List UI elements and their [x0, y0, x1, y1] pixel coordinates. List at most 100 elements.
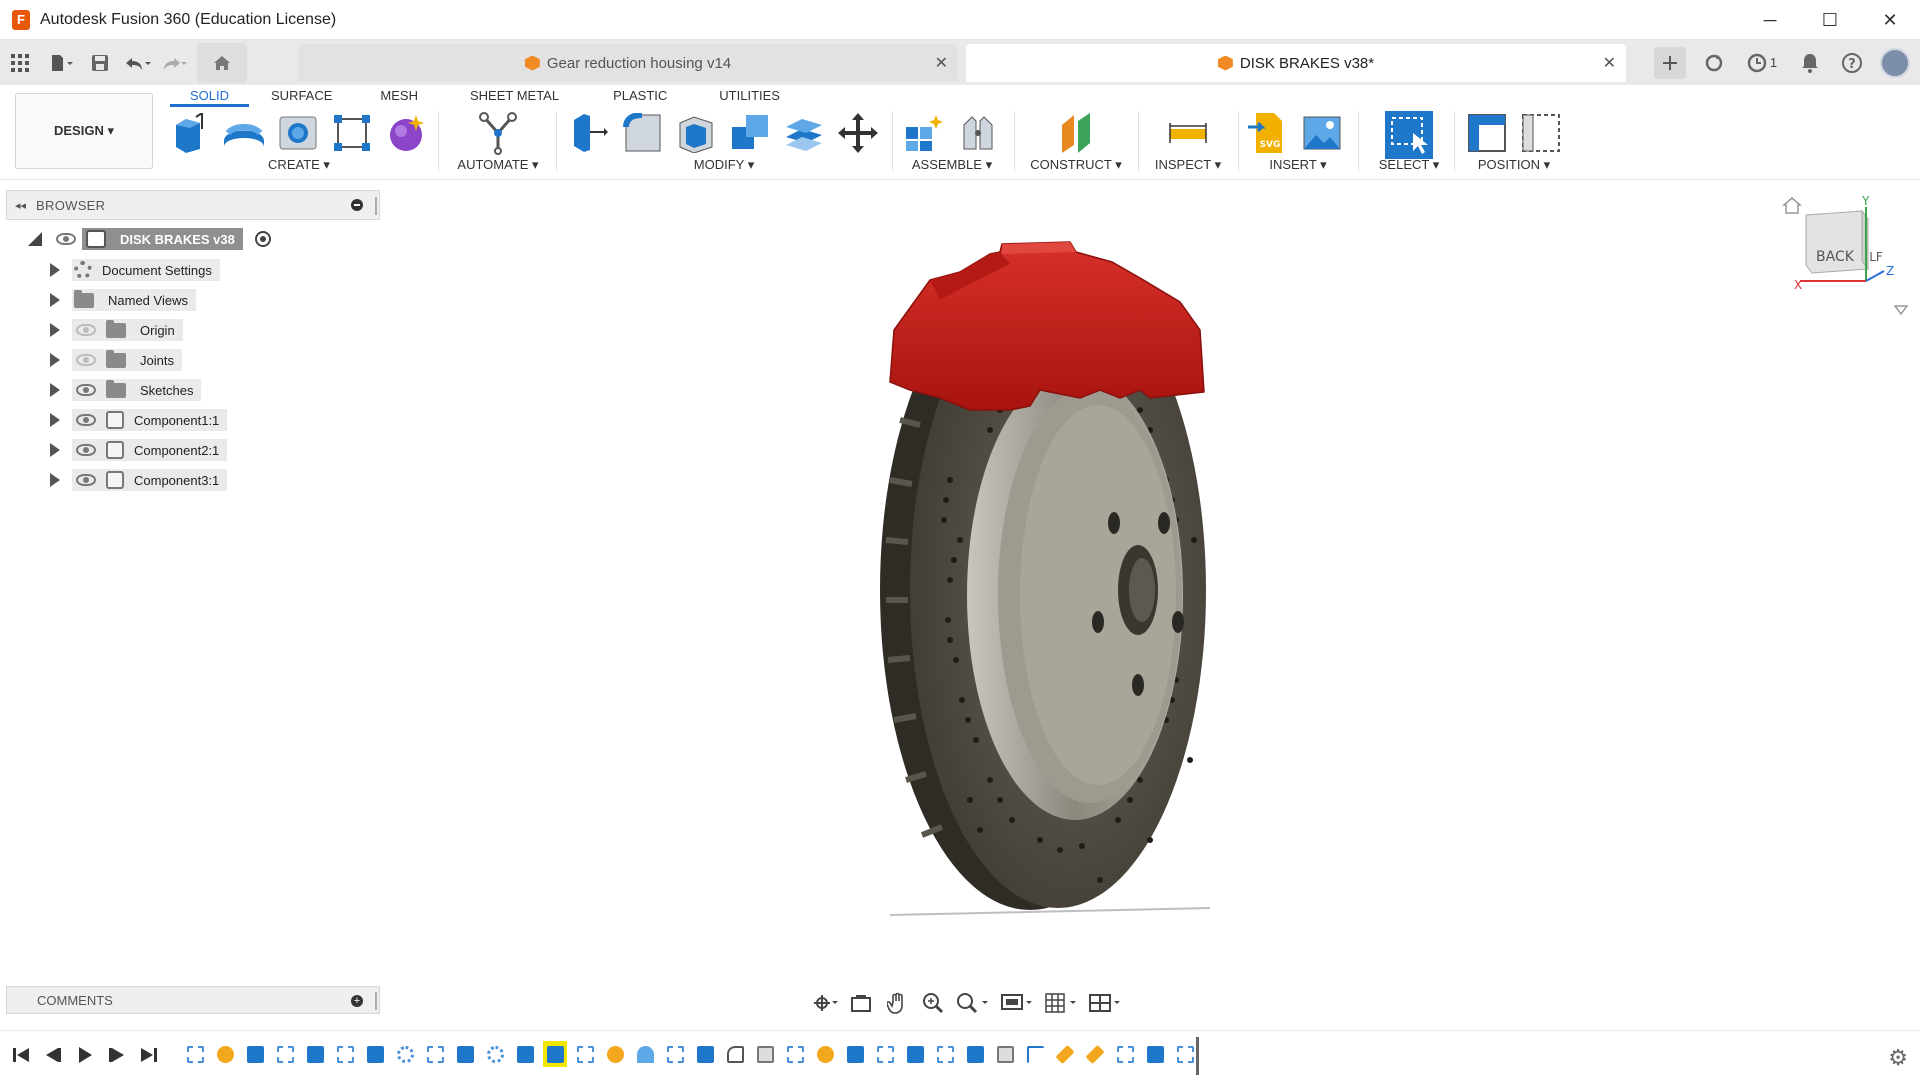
viewcube-menu-icon[interactable]: [1893, 304, 1909, 323]
visibility-eye-icon[interactable]: [76, 474, 96, 486]
tab-gear-reduction-housing[interactable]: Gear reduction housing v14 ✕: [298, 44, 958, 82]
expand-triangle-icon[interactable]: [50, 383, 60, 397]
timeline-fillet-feature[interactable]: [723, 1041, 747, 1067]
offset-plane-icon[interactable]: [1054, 111, 1098, 155]
home-icon[interactable]: [197, 42, 247, 83]
timeline-joint-feature[interactable]: [993, 1041, 1017, 1067]
canvas-image-icon[interactable]: [1300, 111, 1344, 155]
timeline-sketch-feature[interactable]: [333, 1041, 357, 1067]
revolve-icon[interactable]: [222, 111, 266, 155]
tab-surface[interactable]: SURFACE: [249, 85, 354, 107]
workspace-switcher-button[interactable]: DESIGN ▾: [15, 93, 153, 169]
tab-close-button[interactable]: ✕: [935, 53, 948, 73]
tab-sheet-metal[interactable]: SHEET METAL: [444, 85, 585, 107]
tab-solid[interactable]: SOLID: [170, 85, 250, 107]
user-avatar[interactable]: [1880, 47, 1910, 78]
capture-position-icon[interactable]: [1465, 111, 1509, 155]
select-menu[interactable]: SELECT ▾: [1366, 157, 1452, 173]
notifications-bell-icon[interactable]: [1796, 49, 1824, 77]
modify-menu[interactable]: MODIFY ▾: [566, 157, 882, 173]
insert-svg-icon[interactable]: SVG: [1246, 111, 1290, 155]
tab-disk-brakes[interactable]: DISK BRAKES v38* ✕: [966, 44, 1626, 82]
play-icon[interactable]: [74, 1043, 96, 1067]
expand-triangle-icon[interactable]: [50, 323, 60, 337]
pan-hand-icon[interactable]: [882, 990, 912, 1016]
add-comment-icon[interactable]: +: [351, 995, 363, 1007]
viewports-icon[interactable]: [1086, 990, 1124, 1016]
assemble-menu[interactable]: ASSEMBLE ▾: [902, 157, 1002, 173]
timeline-fillet-feature[interactable]: [813, 1041, 837, 1067]
browser-item-document-settings[interactable]: Document Settings: [50, 257, 220, 283]
timeline-settings-gear-icon[interactable]: ⚙: [1888, 1045, 1908, 1071]
timeline-extrude-feature[interactable]: [963, 1041, 987, 1067]
expand-triangle-icon[interactable]: [50, 353, 60, 367]
timeline-extrude-feature[interactable]: [513, 1041, 537, 1067]
fit-zoom-icon[interactable]: [954, 990, 992, 1016]
timeline-sketch-feature[interactable]: [1173, 1041, 1197, 1067]
timeline-pin-feature[interactable]: [1053, 1041, 1077, 1067]
timeline-extrude-feature[interactable]: [843, 1041, 867, 1067]
timeline-marker-handle[interactable]: [1196, 1037, 1199, 1075]
job-status-clock-icon[interactable]: 1: [1742, 49, 1782, 77]
activate-component-icon[interactable]: [254, 231, 271, 247]
data-panel-grid-icon[interactable]: [5, 48, 35, 78]
browser-item-joints[interactable]: Joints: [50, 347, 182, 373]
minimize-button[interactable]: ─: [1740, 0, 1800, 40]
redo-icon[interactable]: [159, 48, 189, 78]
press-pull-icon[interactable]: [566, 111, 610, 155]
combine-icon[interactable]: [728, 111, 772, 155]
visibility-eye-icon[interactable]: [76, 414, 96, 426]
select-tool-icon[interactable]: [1385, 111, 1433, 159]
timeline-fillet-feature[interactable]: [603, 1041, 627, 1067]
panel-resize-handle[interactable]: [375, 992, 377, 1010]
zoom-icon[interactable]: [918, 990, 948, 1016]
tab-plastic[interactable]: PLASTIC: [585, 85, 695, 107]
disk-brake-model[interactable]: [850, 240, 1270, 930]
browser-item-component3[interactable]: Component3:1: [50, 467, 228, 493]
help-icon[interactable]: ?: [1838, 49, 1866, 77]
tab-mesh[interactable]: MESH: [354, 85, 444, 107]
visibility-eye-icon[interactable]: [76, 384, 96, 396]
browser-item-component2[interactable]: Component2:1: [50, 437, 228, 463]
timeline-pattern-feature[interactable]: [483, 1041, 507, 1067]
file-menu-icon[interactable]: [47, 48, 77, 78]
step-forward-icon[interactable]: [106, 1043, 128, 1067]
timeline-sketch-feature[interactable]: [273, 1041, 297, 1067]
timeline-sketch-feature[interactable]: [663, 1041, 687, 1067]
construct-menu[interactable]: CONSTRUCT ▾: [1024, 157, 1128, 173]
timeline-extrude-feature[interactable]: [363, 1041, 387, 1067]
timeline-selected-feature[interactable]: [543, 1041, 567, 1067]
collapse-panel-icon[interactable]: ◂◂: [15, 199, 26, 212]
expand-triangle-icon[interactable]: [50, 413, 60, 427]
timeline-fillet-feature[interactable]: [213, 1041, 237, 1067]
save-icon[interactable]: [85, 48, 115, 78]
timeline-sketch-feature[interactable]: [873, 1041, 897, 1067]
step-back-icon[interactable]: [42, 1043, 64, 1067]
visibility-eye-icon[interactable]: [56, 233, 76, 245]
undo-icon[interactable]: [123, 48, 153, 78]
timeline-revolve-feature[interactable]: [633, 1041, 657, 1067]
timeline-sketch-feature[interactable]: [783, 1041, 807, 1067]
timeline-pin-feature[interactable]: [1083, 1041, 1107, 1067]
orbit-icon[interactable]: [810, 990, 840, 1016]
fillet-icon[interactable]: [620, 111, 664, 155]
browser-item-component1[interactable]: Component1:1: [50, 407, 228, 433]
timeline-extrude-feature[interactable]: [243, 1041, 267, 1067]
look-at-icon[interactable]: [846, 990, 876, 1016]
move-copy-icon[interactable]: [836, 111, 880, 155]
revert-position-icon[interactable]: [1519, 111, 1563, 155]
offset-face-icon[interactable]: [782, 111, 826, 155]
insert-menu[interactable]: INSERT ▾: [1246, 157, 1350, 173]
hole-icon[interactable]: [276, 111, 320, 155]
timeline-extrude-feature[interactable]: [693, 1041, 717, 1067]
timeline-extrude-feature[interactable]: [303, 1041, 327, 1067]
sync-icon[interactable]: [1700, 49, 1728, 77]
measure-icon[interactable]: [1166, 111, 1210, 155]
automate-icon[interactable]: [476, 111, 520, 155]
view-home-icon[interactable]: [1782, 196, 1802, 221]
timeline-pattern-feature[interactable]: [393, 1041, 417, 1067]
go-to-end-icon[interactable]: [138, 1043, 160, 1067]
new-component-icon[interactable]: [902, 111, 946, 155]
close-button[interactable]: ✕: [1860, 0, 1920, 40]
browser-root-row[interactable]: DISK BRAKES v38: [28, 226, 271, 252]
